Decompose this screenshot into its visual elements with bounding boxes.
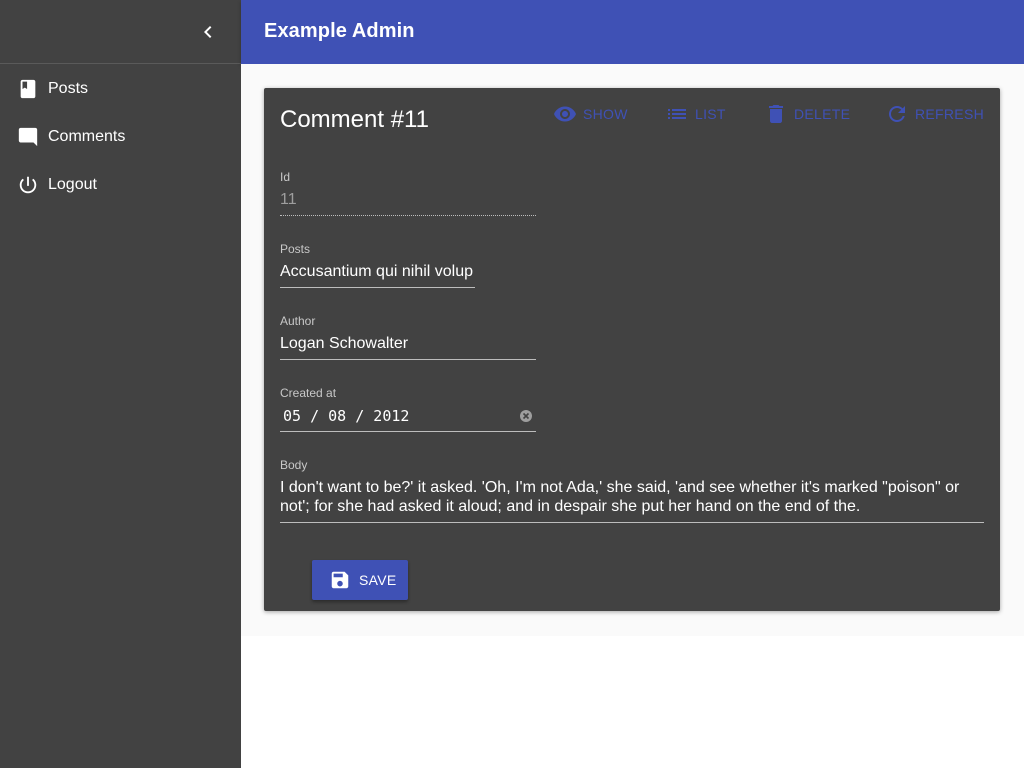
app-title: Example Admin bbox=[264, 20, 415, 42]
book-icon bbox=[17, 78, 39, 100]
refresh-button-label: REFRESH bbox=[915, 106, 984, 122]
created-at-underline bbox=[280, 431, 536, 432]
body-underline bbox=[280, 522, 984, 523]
author-label: Author bbox=[280, 314, 316, 328]
delete-button[interactable]: DELETE bbox=[764, 102, 850, 126]
id-underline bbox=[280, 215, 536, 216]
show-button[interactable]: SHOW bbox=[553, 102, 628, 126]
trash-icon bbox=[764, 102, 788, 126]
list-button-label: LIST bbox=[695, 106, 726, 122]
clear-icon bbox=[522, 412, 530, 420]
created-at-date-input[interactable]: 05 / 08 / 2012 bbox=[283, 407, 409, 425]
refresh-icon bbox=[885, 102, 909, 126]
author-underline bbox=[280, 359, 536, 360]
edit-card: Comment #11 SHOW LIST DELETE REFRESH Id … bbox=[264, 88, 1000, 611]
sidebar-item-posts[interactable]: Posts bbox=[0, 65, 241, 113]
body-textarea[interactable]: I don't want to be?' it asked. 'Oh, I'm … bbox=[280, 478, 984, 516]
sidebar-item-label: Comments bbox=[48, 128, 126, 145]
author-field[interactable]: Logan Schowalter bbox=[280, 335, 536, 353]
body-label: Body bbox=[280, 458, 308, 472]
sidebar: Posts Comments Logout bbox=[0, 0, 241, 768]
power-icon bbox=[17, 174, 39, 196]
collapse-sidebar-button[interactable] bbox=[196, 20, 220, 44]
sidebar-item-logout[interactable]: Logout bbox=[0, 161, 241, 209]
save-button[interactable]: SAVE bbox=[312, 560, 408, 600]
chevron-left-icon bbox=[204, 26, 212, 38]
list-icon bbox=[665, 102, 689, 126]
refresh-button[interactable]: REFRESH bbox=[885, 102, 984, 126]
comment-icon bbox=[17, 126, 39, 148]
sidebar-item-comments[interactable]: Comments bbox=[0, 113, 241, 161]
sidebar-item-label: Logout bbox=[48, 176, 97, 193]
sidebar-header bbox=[0, 0, 241, 64]
posts-select[interactable]: Accusantium qui nihil volup bbox=[280, 263, 476, 281]
list-button[interactable]: LIST bbox=[665, 102, 726, 126]
clear-date-button[interactable] bbox=[520, 410, 532, 422]
page-title: Comment #11 bbox=[280, 106, 429, 133]
app-bar: Example Admin bbox=[241, 0, 1024, 64]
posts-label: Posts bbox=[280, 242, 311, 256]
id-label: Id bbox=[280, 170, 291, 184]
save-icon bbox=[331, 571, 349, 589]
eye-icon bbox=[553, 102, 577, 126]
delete-button-label: DELETE bbox=[794, 106, 851, 122]
sidebar-item-label: Posts bbox=[48, 80, 89, 97]
id-field: 11 bbox=[280, 191, 297, 208]
show-button-label: SHOW bbox=[583, 106, 628, 122]
created-at-label: Created at bbox=[280, 386, 337, 400]
save-button-label: SAVE bbox=[359, 572, 397, 588]
posts-underline bbox=[280, 287, 475, 288]
